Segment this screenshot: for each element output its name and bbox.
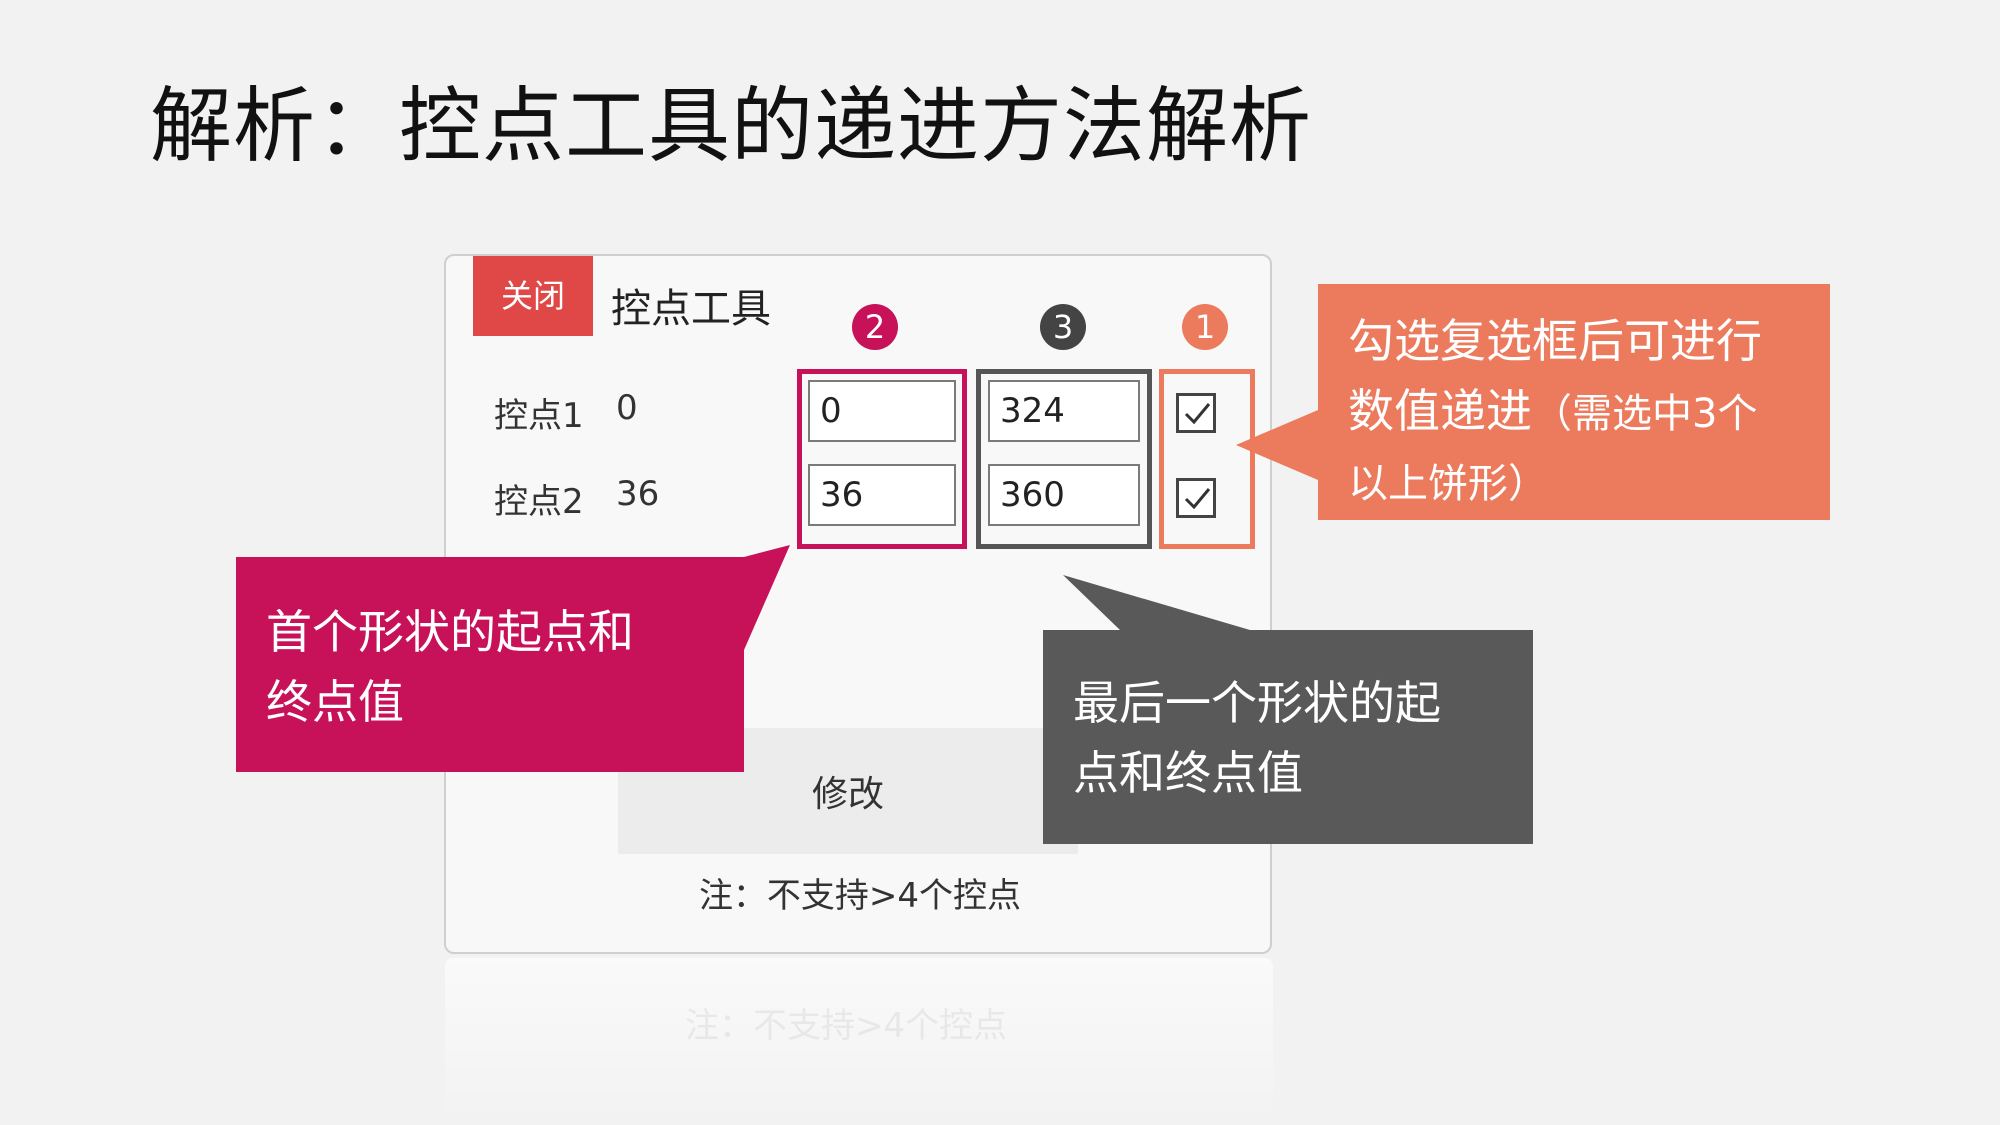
last-shape-callout-line2: 点和终点值 [1073,746,1303,800]
checkbox-callout-line2-main: 数值递进 [1348,384,1532,438]
checkbox-callout-line2-small: （需选中3个 [1532,391,1758,437]
first-shape-callout: 首个形状的起点和 终点值 [236,557,744,772]
orange-callout-tail [1236,410,1318,480]
dark-callout-tail [1063,575,1250,630]
last-shape-callout: 最后一个形状的起 点和终点值 [1043,630,1533,844]
magenta-callout-tail [744,545,790,650]
last-shape-callout-line1: 最后一个形状的起 [1073,676,1441,730]
checkbox-callout: 勾选复选框后可进行 数值递进（需选中3个 以上饼形） [1318,284,1830,520]
checkbox-callout-line1: 勾选复选框后可进行 [1348,314,1762,368]
checkbox-callout-line2: 数值递进（需选中3个 [1348,376,1800,449]
checkbox-callout-line3: 以上饼形） [1348,461,1548,507]
first-shape-callout-line1: 首个形状的起点和 [266,605,634,659]
first-shape-callout-line2: 终点值 [266,675,404,729]
